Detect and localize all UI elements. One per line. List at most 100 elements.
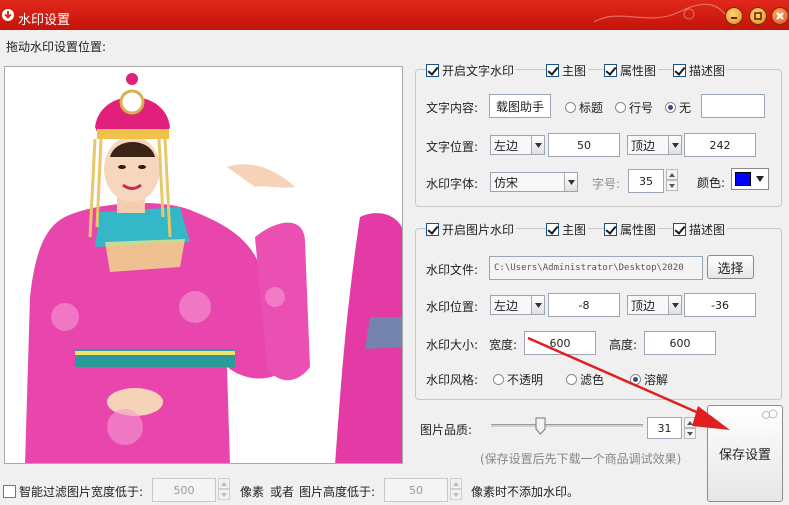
dropdown-arrow-icon — [756, 176, 764, 182]
color-swatch — [735, 172, 751, 186]
image-v-offset-input[interactable]: -36 — [684, 293, 756, 317]
filter-suffix: 像素时不添加水印。 — [471, 485, 580, 499]
maximize-button[interactable] — [749, 7, 767, 25]
image-main-image-checkbox[interactable]: 主图 — [546, 221, 589, 238]
checkbox-box — [604, 223, 617, 236]
select-value: 顶边 — [631, 298, 656, 313]
radio-label: 溶解 — [644, 373, 669, 387]
checkbox-box — [673, 64, 686, 77]
text-main-image-checkbox[interactable]: 主图 — [546, 62, 589, 79]
radio-opaque[interactable]: 不透明 — [493, 371, 543, 388]
checkbox-box — [546, 223, 559, 236]
filter-width-input[interactable]: 500 — [152, 478, 216, 502]
text-h-offset-input[interactable]: 50 — [548, 133, 620, 157]
watermark-file-path[interactable]: C:\Users\Administrator\Desktop\2020 — [489, 256, 703, 280]
select-value: 顶边 — [631, 138, 656, 153]
save-button-label: 保存设置 — [718, 448, 771, 463]
watermark-height-input[interactable]: 600 — [644, 331, 716, 355]
checkbox-box — [426, 223, 439, 236]
checkbox-label: 属性图 — [620, 64, 657, 78]
checkbox-label: 描述图 — [689, 223, 726, 237]
enable-image-watermark-checkbox[interactable]: 开启图片水印 — [426, 221, 517, 238]
image-h-anchor-select[interactable]: 左边 — [490, 295, 545, 315]
minimize-icon — [731, 17, 737, 19]
select-value: 左边 — [494, 138, 519, 153]
radio-dissolve[interactable]: 溶解 — [630, 371, 668, 388]
filter-width-spinner[interactable] — [218, 478, 230, 500]
spin-up-icon[interactable] — [450, 478, 462, 489]
checkbox-label: 智能过滤图片宽度低于: — [19, 485, 144, 499]
text-v-anchor-select[interactable]: 顶边 — [627, 135, 682, 155]
image-attribute-image-checkbox[interactable]: 属性图 — [604, 221, 659, 238]
font-size-input[interactable]: 35 — [628, 169, 664, 193]
image-v-anchor-select[interactable]: 顶边 — [627, 295, 682, 315]
text-attribute-image-checkbox[interactable]: 属性图 — [604, 62, 659, 79]
text-extra-input[interactable] — [701, 94, 765, 118]
height-label: 高度: — [609, 338, 638, 352]
dropdown-arrow-icon — [668, 296, 681, 314]
select-value: 仿宋 — [494, 175, 519, 190]
radio-circle — [630, 374, 641, 385]
smart-filter-checkbox[interactable]: 智能过滤图片宽度低于: — [3, 483, 146, 500]
quality-slider-thumb[interactable] — [535, 417, 546, 435]
quality-slider-track[interactable] — [491, 424, 643, 427]
color-label: 颜色: — [697, 176, 726, 190]
text-content-input[interactable]: 载图助手 — [489, 94, 551, 118]
checkbox-label: 主图 — [562, 64, 587, 78]
checkbox-label: 主图 — [562, 223, 587, 237]
dropdown-arrow-icon — [564, 173, 577, 191]
spin-down-icon[interactable] — [218, 489, 230, 500]
width-label: 宽度: — [489, 338, 518, 352]
watermark-width-input[interactable]: 600 — [524, 331, 596, 355]
quality-spinner[interactable] — [684, 417, 696, 439]
enable-text-watermark-checkbox[interactable]: 开启文字水印 — [426, 62, 517, 79]
spin-down-icon[interactable] — [666, 180, 678, 191]
radio-label: 标题 — [579, 101, 604, 115]
filter-height-spinner[interactable] — [450, 478, 462, 500]
save-settings-button[interactable]: 保存设置 — [707, 405, 783, 502]
spin-down-icon[interactable] — [450, 489, 462, 500]
radio-title[interactable]: 标题 — [565, 99, 603, 116]
or-label: 或者 — [270, 485, 295, 499]
maximize-icon — [754, 12, 762, 20]
image-description-image-checkbox[interactable]: 描述图 — [673, 221, 728, 238]
radio-label: 滤色 — [580, 373, 605, 387]
cloud-decoration-icon — [762, 409, 778, 419]
font-size-spinner[interactable] — [666, 169, 678, 191]
app-download-icon — [2, 9, 14, 21]
radio-circle — [615, 102, 626, 113]
quality-hint: (保存设置后先下载一个商品调试效果) — [480, 452, 682, 466]
dropdown-arrow-icon — [531, 296, 544, 314]
px-label: 像素 — [240, 485, 265, 499]
radio-line-number[interactable]: 行号 — [615, 99, 653, 116]
choose-file-button[interactable]: 选择 — [707, 255, 754, 279]
close-button[interactable] — [771, 7, 789, 25]
radio-label: 行号 — [629, 101, 654, 115]
radio-none[interactable]: 无 — [665, 99, 691, 116]
checkbox-label: 属性图 — [620, 223, 657, 237]
filter-height-input[interactable]: 50 — [384, 478, 448, 502]
spin-up-icon[interactable] — [666, 169, 678, 180]
color-picker[interactable] — [731, 168, 769, 190]
spin-up-icon[interactable] — [684, 417, 696, 428]
radio-circle — [565, 102, 576, 113]
quality-input[interactable]: 31 — [647, 417, 682, 439]
checkbox-box — [604, 64, 617, 77]
text-font-label: 水印字体: — [426, 177, 479, 191]
font-select[interactable]: 仿宋 — [490, 172, 578, 192]
radio-label: 无 — [679, 101, 692, 115]
watermark-preview-canvas[interactable] — [4, 66, 403, 464]
text-description-image-checkbox[interactable]: 描述图 — [673, 62, 728, 79]
radio-screen[interactable]: 滤色 — [566, 371, 604, 388]
watermark-position-label: 水印位置: — [426, 300, 479, 314]
text-h-anchor-select[interactable]: 左边 — [490, 135, 545, 155]
dropdown-arrow-icon — [668, 136, 681, 154]
spin-down-icon[interactable] — [684, 428, 696, 439]
spin-up-icon[interactable] — [218, 478, 230, 489]
text-v-offset-input[interactable]: 242 — [684, 133, 756, 157]
checkbox-box — [3, 485, 16, 498]
minimize-button[interactable] — [725, 7, 743, 25]
image-h-offset-input[interactable]: -8 — [548, 293, 620, 317]
checkbox-label: 描述图 — [689, 64, 726, 78]
select-value: 左边 — [494, 298, 519, 313]
